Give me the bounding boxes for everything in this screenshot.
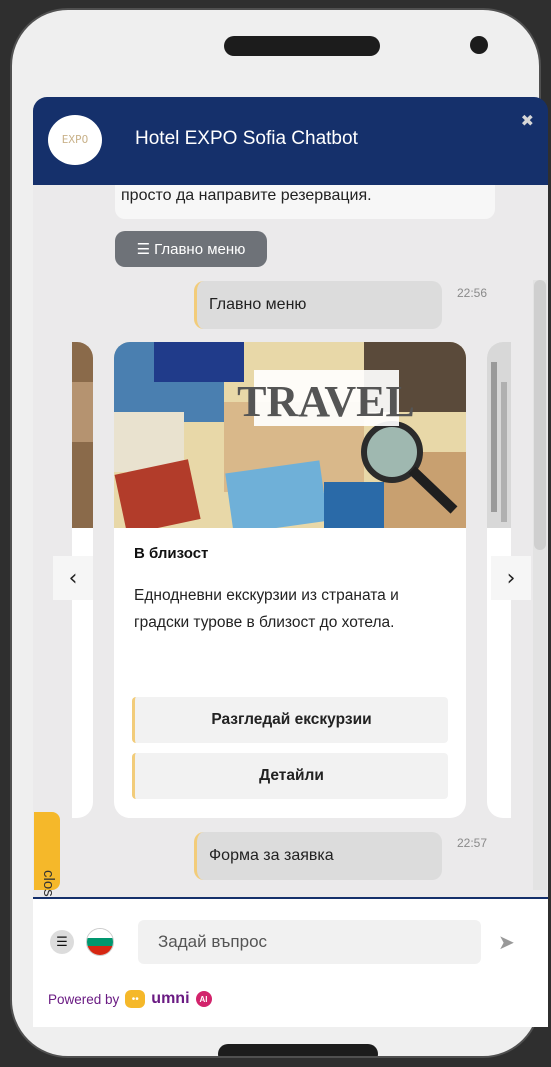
phone-camera bbox=[470, 36, 488, 54]
travel-image: TRAVEL bbox=[114, 342, 466, 535]
menu-button[interactable]: ☰ bbox=[50, 930, 74, 954]
hotel-logo: EXPO bbox=[48, 115, 102, 165]
main-menu-button[interactable]: ☰ Главно меню bbox=[115, 231, 267, 267]
phone-speaker bbox=[224, 36, 380, 56]
chat-title: Hotel EXPO Sofia Chatbot bbox=[135, 128, 358, 149]
umni-logo-icon: •• bbox=[125, 990, 146, 1008]
carousel-prev-button[interactable]: ‹ bbox=[53, 556, 93, 600]
scrollbar-thumb[interactable] bbox=[534, 280, 546, 550]
hotel-logo-text: EXPO bbox=[61, 133, 89, 146]
hamburger-icon: ☰ bbox=[56, 934, 68, 950]
details-button[interactable]: Детайли bbox=[132, 753, 448, 799]
card-image bbox=[72, 342, 93, 528]
menu-icon: ☰ bbox=[136, 241, 151, 258]
chevron-left-icon: ‹ bbox=[68, 565, 78, 591]
user-message: Главно меню bbox=[194, 281, 442, 329]
carousel-next-button[interactable]: › bbox=[491, 556, 531, 600]
message-time: 22:56 bbox=[457, 286, 488, 300]
powered-by-label: Powered by bbox=[48, 991, 120, 1007]
card-description: Еднодневни екскурзии из страната и градс… bbox=[134, 587, 399, 631]
close-icon[interactable]: ✖ bbox=[521, 111, 534, 130]
user-message: Форма за заявка bbox=[194, 832, 442, 880]
powered-by: Powered by •• umni AI bbox=[48, 990, 212, 1008]
phone-home-bar bbox=[218, 1044, 378, 1056]
ai-badge: AI bbox=[195, 991, 212, 1007]
explore-excursions-button[interactable]: Разгледай екскурзии bbox=[132, 697, 448, 743]
umni-brand: umni bbox=[151, 990, 190, 1007]
bulgarian-flag-icon[interactable] bbox=[86, 928, 114, 956]
chat-header: EXPO Hotel EXPO Sofia Chatbot ✖ bbox=[33, 97, 548, 185]
close-tab-button[interactable]: close bbox=[34, 812, 60, 905]
carousel-card: TRAVEL В близост Еднодневни екскурзии из… bbox=[114, 342, 466, 818]
main-menu-label: Главно меню bbox=[154, 240, 246, 258]
card-title: В близост bbox=[134, 545, 209, 562]
user-message-text: Форма за заявка bbox=[209, 847, 334, 864]
message-time: 22:57 bbox=[457, 836, 488, 850]
user-message-text: Главно меню bbox=[209, 296, 307, 313]
card-image bbox=[487, 342, 511, 528]
bot-message: просто да направите резервация. bbox=[115, 185, 495, 219]
question-input[interactable] bbox=[138, 920, 481, 964]
send-icon[interactable]: ➤ bbox=[498, 930, 515, 954]
chevron-right-icon: › bbox=[506, 565, 516, 591]
travel-image-text: TRAVEL bbox=[237, 377, 415, 426]
